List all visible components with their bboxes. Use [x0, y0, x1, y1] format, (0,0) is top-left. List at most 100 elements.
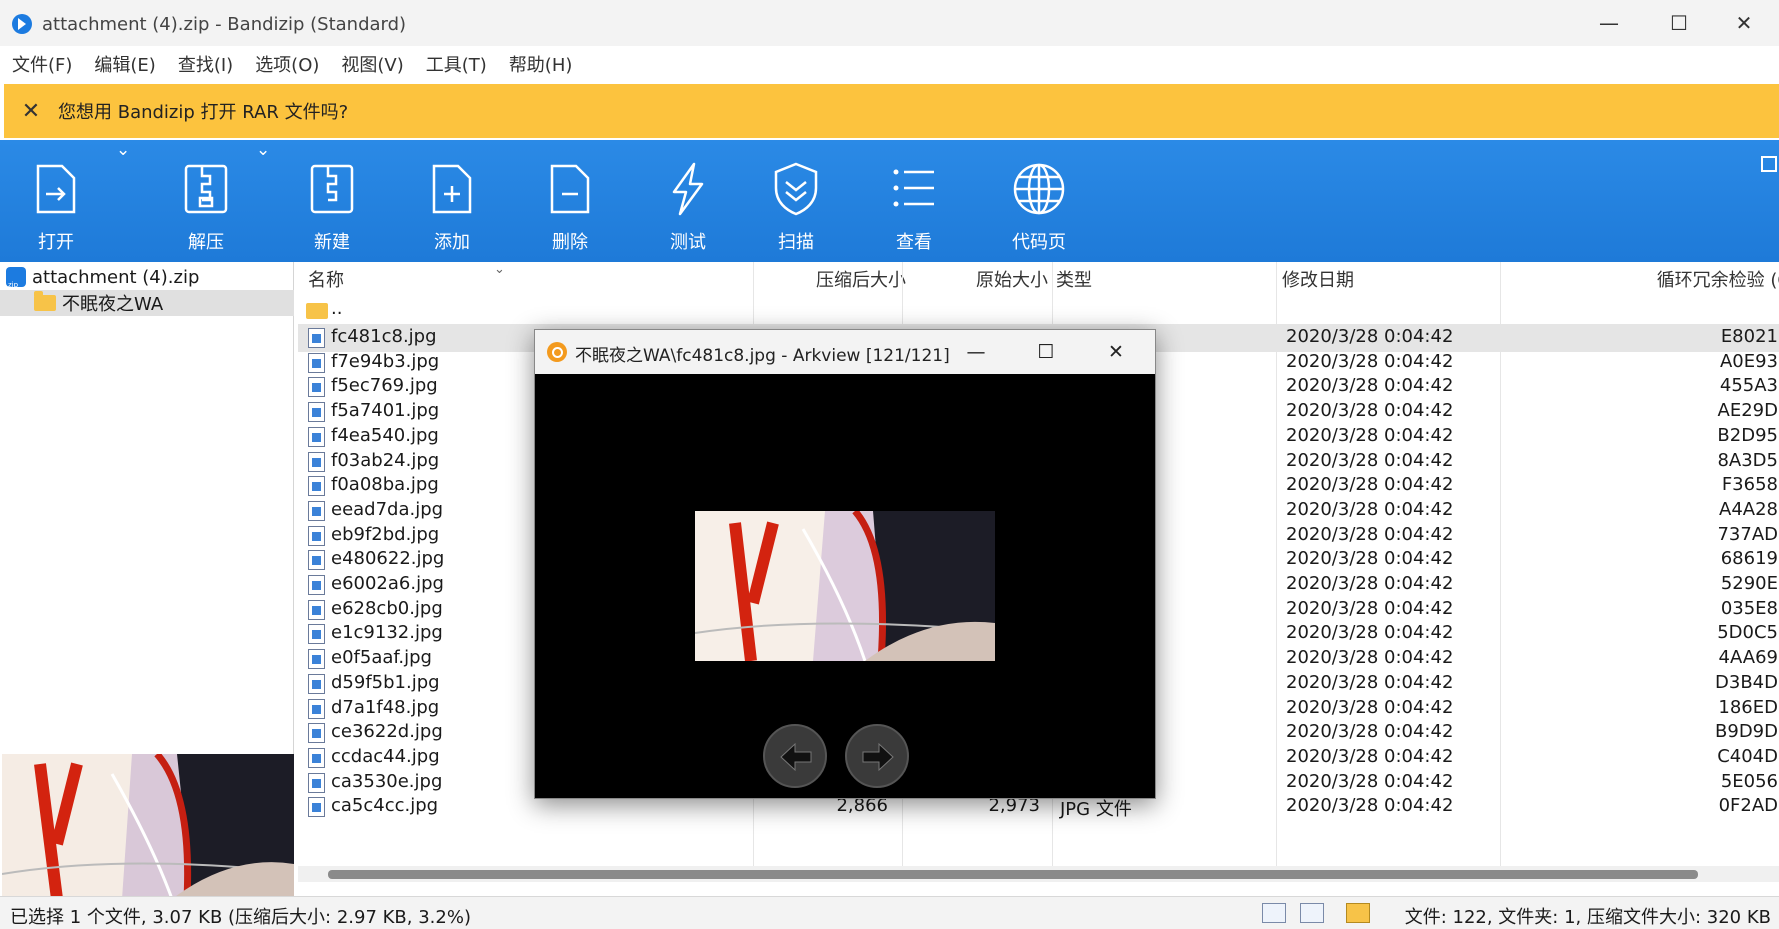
codepage-button[interactable]: 代码页 — [996, 140, 1082, 262]
rar-association-banner: ✕ 您想用 Bandizip 打开 RAR 文件吗? — [4, 84, 1779, 138]
crc-value: 035E8 — [1720, 597, 1778, 619]
open-dropdown-chevron-icon[interactable]: ⌄ — [116, 140, 130, 262]
view-button[interactable]: 查看 — [878, 140, 950, 262]
crc-value: 455A3 — [1719, 375, 1778, 397]
extract-dropdown-chevron-icon[interactable]: ⌄ — [256, 140, 270, 262]
file-name: f0a08ba.jpg — [331, 474, 439, 496]
tree-folder-label: 不眠夜之WA — [62, 294, 164, 315]
view-label: 查看 — [896, 232, 932, 253]
add-button[interactable]: 添加 — [416, 140, 488, 262]
arrow-right-icon — [862, 742, 894, 772]
scan-button[interactable]: 扫描 — [760, 140, 832, 262]
crc-value: 5E056 — [1720, 770, 1778, 792]
menu-options[interactable]: 选项(O) — [255, 51, 319, 77]
menu-view[interactable]: 视图(V) — [341, 51, 403, 77]
scrollbar-thumb[interactable] — [328, 870, 1698, 879]
close-button[interactable]: ✕ — [1709, 0, 1779, 46]
sort-chevron-icon[interactable]: ⌄ — [494, 262, 505, 277]
new-archive-button[interactable]: 新建 — [296, 140, 368, 262]
jpg-file-icon — [308, 649, 325, 670]
parent-folder-row[interactable]: .. — [298, 296, 1779, 324]
scan-label: 扫描 — [778, 232, 814, 253]
modified-date: 2020/3/28 0:04:42 — [1286, 721, 1454, 743]
file-name: eead7da.jpg — [331, 498, 444, 520]
test-button[interactable]: 测试 — [652, 140, 724, 262]
crc-value: 4AA69 — [1718, 647, 1778, 669]
jpg-file-icon — [308, 673, 325, 694]
crc-value: 5290E — [1720, 573, 1778, 594]
layout-grid-icon[interactable] — [1761, 156, 1777, 172]
col-name[interactable]: 名称 — [308, 266, 344, 292]
crc-value: D3B4D — [1715, 671, 1778, 693]
extract-button[interactable]: 解压 — [156, 140, 256, 262]
menu-tools[interactable]: 工具(T) — [426, 51, 487, 77]
col-compressed[interactable]: 压缩后大小 — [788, 266, 906, 292]
crc-value: C404D — [1717, 745, 1778, 767]
codepage-label: 代码页 — [1012, 232, 1066, 253]
delete-file-icon — [550, 164, 590, 214]
col-modified[interactable]: 修改日期 — [1282, 266, 1354, 292]
open-icon — [36, 164, 76, 214]
modified-date: 2020/3/28 0:04:42 — [1286, 400, 1454, 422]
selection-status: 已选择 1 个文件, 3.07 KB (压缩后大小: 2.97 KB, 3.2%… — [10, 907, 471, 928]
horizontal-scrollbar[interactable] — [298, 866, 1779, 882]
col-crc[interactable]: 循环冗余检验 (C — [1560, 266, 1779, 292]
tree-root[interactable]: attachment (4).zip — [0, 264, 294, 290]
delete-label: 删除 — [552, 232, 588, 253]
tree-root-label: attachment (4).zip — [32, 266, 200, 288]
arkview-close-button[interactable]: ✕ — [1083, 330, 1149, 374]
maximize-button[interactable]: ☐ — [1644, 0, 1714, 46]
menu-edit[interactable]: 编辑(E) — [94, 51, 155, 77]
banner-message[interactable]: 您想用 Bandizip 打开 RAR 文件吗? — [58, 98, 348, 124]
modified-date: 2020/3/28 0:04:42 — [1286, 671, 1454, 693]
details-view-icon[interactable] — [1262, 903, 1286, 923]
next-image-button[interactable] — [845, 724, 909, 788]
previous-image-button[interactable] — [763, 724, 827, 788]
jpg-file-icon — [308, 402, 325, 423]
bandizip-logo-icon — [12, 14, 32, 34]
minimize-button[interactable]: — — [1574, 0, 1644, 46]
jpg-file-icon — [308, 575, 325, 595]
arkview-maximize-button[interactable]: ☐ — [1013, 330, 1079, 374]
file-name: d7a1f48.jpg — [331, 696, 440, 718]
jpg-file-icon — [308, 500, 325, 521]
modified-date: 2020/3/28 0:04:42 — [1286, 597, 1454, 619]
modified-date: 2020/3/28 0:04:42 — [1286, 424, 1454, 446]
tree-folder[interactable]: 不眠夜之WA — [0, 290, 294, 316]
col-original[interactable]: 原始大小 — [938, 266, 1048, 292]
menu-file[interactable]: 文件(F) — [12, 51, 72, 77]
modified-date: 2020/3/28 0:04:42 — [1286, 548, 1454, 570]
jpg-file-icon — [308, 550, 325, 571]
jpg-file-icon — [308, 797, 325, 818]
arkview-window: 不眠夜之WA\fc481c8.jpg - Arkview [121/121] —… — [534, 329, 1156, 799]
modified-date: 2020/3/28 0:04:42 — [1286, 745, 1454, 767]
modified-date: 2020/3/28 0:04:42 — [1286, 573, 1454, 594]
jpg-file-icon — [308, 698, 325, 719]
crc-value: AE29D — [1717, 400, 1778, 422]
delete-button[interactable]: 删除 — [534, 140, 606, 262]
archive-info-icon[interactable] — [1346, 903, 1370, 923]
crc-value: A0E93 — [1719, 350, 1778, 372]
modified-date: 2020/3/28 0:04:42 — [1286, 795, 1454, 817]
col-type[interactable]: 类型 — [1056, 266, 1092, 292]
menu-help[interactable]: 帮助(H) — [509, 51, 573, 77]
crc-value: E8021 — [1720, 326, 1778, 347]
modified-date: 2020/3/28 0:04:42 — [1286, 350, 1454, 372]
arkview-image — [695, 511, 995, 661]
open-button[interactable]: 打开 — [20, 140, 92, 262]
preview-view-icon[interactable] — [1300, 903, 1324, 923]
menu-find[interactable]: 查找(I) — [178, 51, 233, 77]
crc-value: 68619 — [1720, 548, 1778, 570]
new-archive-icon — [310, 164, 354, 214]
crc-value: B2D95 — [1717, 424, 1778, 446]
bandizip-window: attachment (4).zip - Bandizip (Standard)… — [0, 0, 1779, 929]
status-bar: 已选择 1 个文件, 3.07 KB (压缩后大小: 2.97 KB, 3.2%… — [0, 896, 1779, 929]
file-name: ce3622d.jpg — [331, 721, 443, 743]
modified-date: 2020/3/28 0:04:42 — [1286, 523, 1454, 545]
modified-date: 2020/3/28 0:04:42 — [1286, 474, 1454, 496]
crc-value: B9D9D — [1715, 721, 1778, 743]
jpg-file-icon — [308, 772, 325, 793]
arkview-minimize-button[interactable]: — — [943, 330, 1009, 374]
banner-close-icon[interactable]: ✕ — [4, 99, 58, 124]
modified-date: 2020/3/28 0:04:42 — [1286, 326, 1454, 347]
